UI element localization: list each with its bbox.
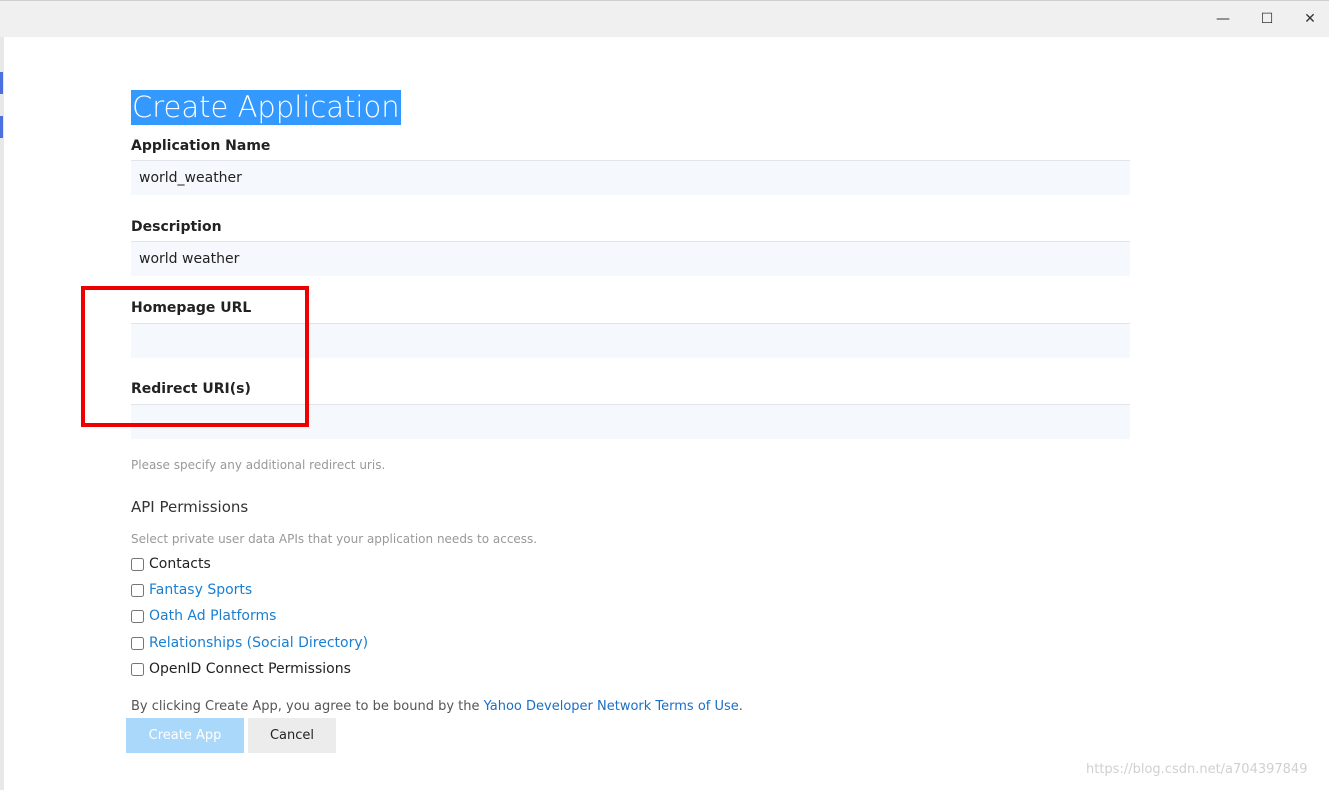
- background-window-edge: [0, 0, 4, 790]
- app-window: — ☐ ✕ Create Application Application Nam…: [0, 0, 1329, 790]
- page-title: Create Application: [131, 90, 401, 125]
- permission-openid-connect-label[interactable]: OpenID Connect Permissions: [149, 661, 351, 677]
- window-titlebar: — ☐ ✕: [0, 0, 1329, 37]
- edge-mark: [0, 72, 3, 94]
- permission-relationships-link[interactable]: Relationships (Social Directory): [149, 635, 368, 651]
- permission-relationships-checkbox[interactable]: [131, 636, 144, 650]
- application-name-input[interactable]: [131, 160, 1130, 195]
- maximize-button[interactable]: ☐: [1245, 1, 1289, 37]
- api-permissions-hint: Select private user data APIs that your …: [131, 532, 538, 546]
- permission-oath-ad-platforms-checkbox[interactable]: [131, 609, 144, 623]
- terms-agreement: By clicking Create App, you agree to be …: [131, 699, 743, 714]
- permission-contacts[interactable]: Contacts: [131, 554, 211, 574]
- permission-fantasy-sports-link[interactable]: Fantasy Sports: [149, 582, 252, 598]
- maximize-icon: ☐: [1260, 11, 1274, 27]
- redirect-uris-input[interactable]: [131, 404, 1130, 439]
- cancel-button[interactable]: Cancel: [248, 718, 336, 753]
- watermark: https://blog.csdn.net/a704397849: [1086, 762, 1308, 777]
- close-button[interactable]: ✕: [1288, 1, 1329, 37]
- permission-oath-ad-platforms-link[interactable]: Oath Ad Platforms: [149, 608, 276, 624]
- close-icon: ✕: [1304, 11, 1316, 27]
- terms-agreement-prefix: By clicking Create App, you agree to be …: [131, 699, 484, 714]
- description-input[interactable]: [131, 241, 1130, 276]
- minimize-button[interactable]: —: [1201, 1, 1245, 37]
- terms-of-use-link[interactable]: Yahoo Developer Network Terms of Use: [484, 699, 739, 714]
- api-permissions-title: API Permissions: [131, 498, 249, 516]
- permission-contacts-label[interactable]: Contacts: [149, 556, 211, 572]
- application-name-label: Application Name: [131, 138, 271, 154]
- description-label: Description: [131, 219, 222, 235]
- redirect-uris-label: Redirect URI(s): [131, 381, 251, 397]
- permission-openid-connect-checkbox[interactable]: [131, 662, 144, 676]
- permission-openid-connect[interactable]: OpenID Connect Permissions: [131, 659, 351, 679]
- permission-contacts-checkbox[interactable]: [131, 557, 144, 571]
- minimize-icon: —: [1216, 11, 1230, 27]
- permission-oath-ad-platforms[interactable]: Oath Ad Platforms: [131, 606, 276, 626]
- edge-mark: [0, 116, 3, 138]
- homepage-url-label: Homepage URL: [131, 300, 252, 316]
- homepage-url-input[interactable]: [131, 323, 1130, 358]
- permission-fantasy-sports-checkbox[interactable]: [131, 583, 144, 597]
- permission-relationships[interactable]: Relationships (Social Directory): [131, 633, 368, 653]
- terms-agreement-suffix: .: [738, 699, 743, 714]
- permission-fantasy-sports[interactable]: Fantasy Sports: [131, 580, 252, 600]
- create-app-button[interactable]: Create App: [126, 718, 244, 753]
- redirect-uris-hint: Please specify any additional redirect u…: [131, 458, 386, 472]
